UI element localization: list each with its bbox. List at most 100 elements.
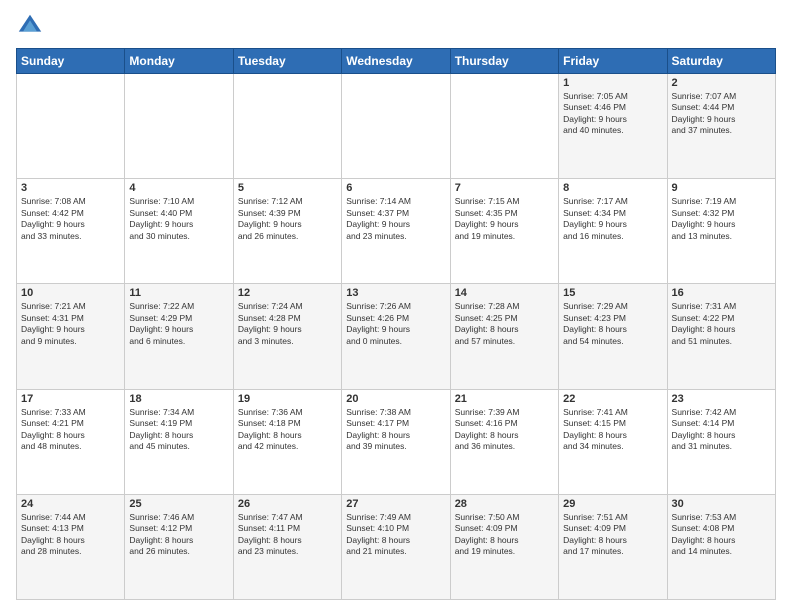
day-info-line: Sunrise: 7:08 AM xyxy=(21,196,120,207)
day-info-line: Sunrise: 7:34 AM xyxy=(129,407,228,418)
day-info-line: Sunset: 4:28 PM xyxy=(238,313,337,324)
day-cell: 7Sunrise: 7:15 AMSunset: 4:35 PMDaylight… xyxy=(450,179,558,284)
day-number: 11 xyxy=(129,287,228,299)
day-info-line: Sunrise: 7:38 AM xyxy=(346,407,445,418)
day-info-line: Sunset: 4:23 PM xyxy=(563,313,662,324)
header-cell-saturday: Saturday xyxy=(667,49,775,74)
day-info-line: Sunrise: 7:24 AM xyxy=(238,301,337,312)
day-number: 21 xyxy=(455,393,554,405)
day-info-line: and 17 minutes. xyxy=(563,546,662,557)
day-info-line: Sunset: 4:19 PM xyxy=(129,418,228,429)
day-info-line: Daylight: 8 hours xyxy=(455,430,554,441)
day-info-line: and 28 minutes. xyxy=(21,546,120,557)
day-number: 15 xyxy=(563,287,662,299)
day-info-line: Sunset: 4:44 PM xyxy=(672,102,771,113)
day-info-line: and 51 minutes. xyxy=(672,336,771,347)
day-info-line: and 40 minutes. xyxy=(563,125,662,136)
day-cell: 28Sunrise: 7:50 AMSunset: 4:09 PMDayligh… xyxy=(450,494,558,599)
day-info-line: Sunset: 4:46 PM xyxy=(563,102,662,113)
day-number: 20 xyxy=(346,393,445,405)
day-cell xyxy=(450,74,558,179)
day-info-line: and 26 minutes. xyxy=(129,546,228,557)
week-row-1: 3Sunrise: 7:08 AMSunset: 4:42 PMDaylight… xyxy=(17,179,776,284)
day-info-line: Sunset: 4:32 PM xyxy=(672,208,771,219)
day-info-line: Sunset: 4:42 PM xyxy=(21,208,120,219)
day-info-line: Sunset: 4:22 PM xyxy=(672,313,771,324)
header-cell-friday: Friday xyxy=(559,49,667,74)
day-number: 14 xyxy=(455,287,554,299)
day-info-line: Sunrise: 7:49 AM xyxy=(346,512,445,523)
day-cell: 10Sunrise: 7:21 AMSunset: 4:31 PMDayligh… xyxy=(17,284,125,389)
day-cell: 19Sunrise: 7:36 AMSunset: 4:18 PMDayligh… xyxy=(233,389,341,494)
day-info-line: Daylight: 9 hours xyxy=(672,219,771,230)
day-info-line: and 54 minutes. xyxy=(563,336,662,347)
day-info-line: Daylight: 8 hours xyxy=(346,430,445,441)
day-info-line: Sunrise: 7:28 AM xyxy=(455,301,554,312)
day-info-line: Sunset: 4:26 PM xyxy=(346,313,445,324)
day-number: 2 xyxy=(672,77,771,89)
day-cell: 8Sunrise: 7:17 AMSunset: 4:34 PMDaylight… xyxy=(559,179,667,284)
day-info-line: Sunset: 4:21 PM xyxy=(21,418,120,429)
day-info-line: and 45 minutes. xyxy=(129,441,228,452)
day-info-line: and 19 minutes. xyxy=(455,231,554,242)
day-info-line: and 37 minutes. xyxy=(672,125,771,136)
day-info-line: Sunset: 4:39 PM xyxy=(238,208,337,219)
day-info-line: Sunset: 4:37 PM xyxy=(346,208,445,219)
day-info-line: and 42 minutes. xyxy=(238,441,337,452)
day-number: 25 xyxy=(129,498,228,510)
day-info-line: Sunset: 4:35 PM xyxy=(455,208,554,219)
day-cell xyxy=(342,74,450,179)
day-number: 13 xyxy=(346,287,445,299)
day-info-line: Sunrise: 7:50 AM xyxy=(455,512,554,523)
day-info-line: and 26 minutes. xyxy=(238,231,337,242)
day-info-line: Sunset: 4:09 PM xyxy=(563,523,662,534)
header-cell-monday: Monday xyxy=(125,49,233,74)
day-info-line: Sunset: 4:12 PM xyxy=(129,523,228,534)
day-info-line: Sunrise: 7:12 AM xyxy=(238,196,337,207)
day-info-line: Daylight: 8 hours xyxy=(455,535,554,546)
day-cell: 2Sunrise: 7:07 AMSunset: 4:44 PMDaylight… xyxy=(667,74,775,179)
day-cell: 24Sunrise: 7:44 AMSunset: 4:13 PMDayligh… xyxy=(17,494,125,599)
day-info-line: and 16 minutes. xyxy=(563,231,662,242)
calendar-table: SundayMondayTuesdayWednesdayThursdayFrid… xyxy=(16,48,776,600)
day-cell: 16Sunrise: 7:31 AMSunset: 4:22 PMDayligh… xyxy=(667,284,775,389)
day-info-line: Sunset: 4:13 PM xyxy=(21,523,120,534)
day-number: 4 xyxy=(129,182,228,194)
header xyxy=(16,12,776,40)
day-info-line: and 13 minutes. xyxy=(672,231,771,242)
day-info-line: Daylight: 8 hours xyxy=(672,535,771,546)
day-info-line: and 23 minutes. xyxy=(238,546,337,557)
day-info-line: Daylight: 8 hours xyxy=(455,324,554,335)
day-info-line: Sunrise: 7:51 AM xyxy=(563,512,662,523)
day-info-line: Daylight: 8 hours xyxy=(238,430,337,441)
day-cell: 11Sunrise: 7:22 AMSunset: 4:29 PMDayligh… xyxy=(125,284,233,389)
calendar-body: 1Sunrise: 7:05 AMSunset: 4:46 PMDaylight… xyxy=(17,74,776,600)
day-number: 7 xyxy=(455,182,554,194)
day-info-line: Sunset: 4:16 PM xyxy=(455,418,554,429)
day-number: 9 xyxy=(672,182,771,194)
day-info-line: Daylight: 8 hours xyxy=(563,324,662,335)
day-cell: 15Sunrise: 7:29 AMSunset: 4:23 PMDayligh… xyxy=(559,284,667,389)
day-info-line: Sunrise: 7:39 AM xyxy=(455,407,554,418)
day-info-line: Sunrise: 7:10 AM xyxy=(129,196,228,207)
day-info-line: and 0 minutes. xyxy=(346,336,445,347)
day-info-line: Sunset: 4:17 PM xyxy=(346,418,445,429)
day-info-line: Daylight: 9 hours xyxy=(455,219,554,230)
day-info-line: Daylight: 9 hours xyxy=(129,324,228,335)
day-info-line: Sunset: 4:25 PM xyxy=(455,313,554,324)
day-number: 30 xyxy=(672,498,771,510)
day-info-line: Sunset: 4:34 PM xyxy=(563,208,662,219)
day-cell: 1Sunrise: 7:05 AMSunset: 4:46 PMDaylight… xyxy=(559,74,667,179)
day-info-line: Sunrise: 7:14 AM xyxy=(346,196,445,207)
day-info-line: and 3 minutes. xyxy=(238,336,337,347)
day-info-line: and 34 minutes. xyxy=(563,441,662,452)
day-number: 19 xyxy=(238,393,337,405)
day-info-line: Daylight: 9 hours xyxy=(238,324,337,335)
day-cell: 18Sunrise: 7:34 AMSunset: 4:19 PMDayligh… xyxy=(125,389,233,494)
day-info-line: Daylight: 9 hours xyxy=(129,219,228,230)
header-cell-sunday: Sunday xyxy=(17,49,125,74)
day-info-line: Daylight: 9 hours xyxy=(346,219,445,230)
day-cell: 9Sunrise: 7:19 AMSunset: 4:32 PMDaylight… xyxy=(667,179,775,284)
day-info-line: and 9 minutes. xyxy=(21,336,120,347)
day-cell: 25Sunrise: 7:46 AMSunset: 4:12 PMDayligh… xyxy=(125,494,233,599)
